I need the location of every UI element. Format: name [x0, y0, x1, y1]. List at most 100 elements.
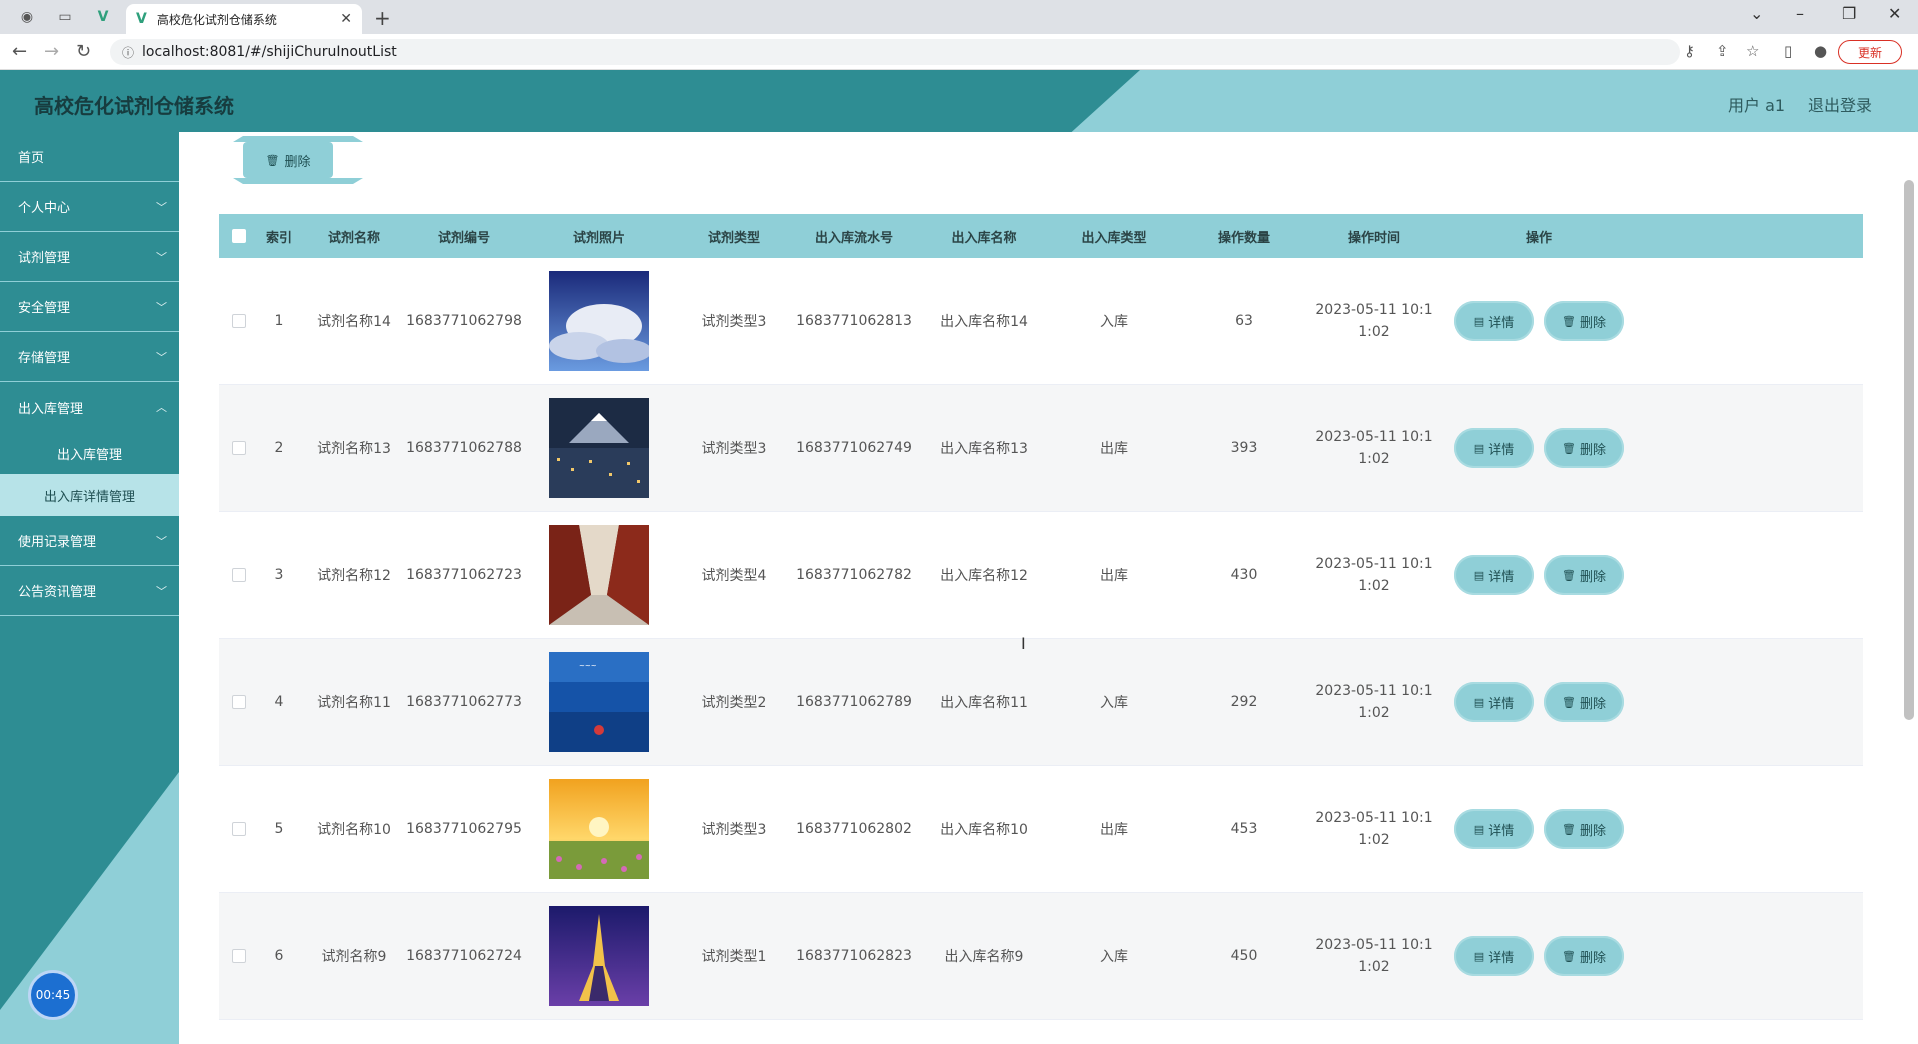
cell-code: 1683771062773 — [406, 694, 522, 710]
time-line-2: 1:02 — [1358, 832, 1390, 848]
sidebar-item-home[interactable]: 首页 — [0, 132, 179, 182]
detail-button[interactable]: ▤ 详情 — [1454, 428, 1534, 468]
delete-button[interactable]: 🗑 删除 — [1544, 301, 1624, 341]
url-text: localhost:8081/#/shijiChuruInoutList — [142, 44, 397, 60]
timer-badge[interactable]: 00:45 — [28, 970, 78, 1020]
row-select-cell — [219, 512, 259, 638]
row-select-cell — [219, 258, 259, 384]
sidebar-subitem-inout-detail[interactable]: 出入库详情管理 — [0, 474, 179, 516]
cell-time: 2023-05-11 10:1 1:02 — [1309, 385, 1439, 511]
vertical-scrollbar[interactable] — [1904, 180, 1914, 720]
cell-type: 试剂类型3 — [701, 441, 767, 457]
button-label: 删除 — [1579, 442, 1606, 458]
url-field[interactable]: ⓘ localhost:8081/#/shijiChuruInoutList — [110, 39, 1680, 65]
table-row[interactable]: 4 试剂名称11 1683771062773 试剂类型2 1683771062789 出入… — [219, 639, 1863, 766]
row-checkbox[interactable] — [232, 695, 246, 709]
back-icon[interactable]: ← — [12, 41, 27, 62]
cell-io_type: 入库 — [1100, 314, 1128, 330]
button-label: 删除 — [1579, 696, 1606, 712]
new-tab-button[interactable]: + — [374, 6, 391, 30]
share-icon[interactable]: ⇪ — [1716, 42, 1729, 60]
table-body: 1 试剂名称14 1683771062798 试剂类型3 1683771062813 出入… — [219, 258, 1863, 1020]
key-icon[interactable]: ⚷ — [1684, 42, 1695, 60]
detail-button[interactable]: ▤ 详情 — [1454, 682, 1534, 722]
select-all-checkbox[interactable] — [232, 229, 246, 243]
time-line-2: 1:02 — [1358, 959, 1390, 975]
document-icon: ▤ — [1473, 314, 1485, 328]
sidebar-item-storage[interactable]: 存储管理 ﹀ — [0, 332, 179, 382]
detail-button[interactable]: ▤ 详情 — [1454, 936, 1534, 976]
tab-search-icon[interactable]: ⌄ — [1750, 4, 1763, 23]
row-select-cell — [219, 385, 259, 511]
time-line-1: 2023-05-11 10:1 — [1315, 810, 1433, 826]
row-checkbox[interactable] — [232, 949, 246, 963]
detail-button[interactable]: ▤ 详情 — [1454, 809, 1534, 849]
logout-link[interactable]: 退出登录 — [1808, 92, 1872, 116]
row-checkbox[interactable] — [232, 314, 246, 328]
close-window-icon[interactable]: ✕ — [1888, 4, 1901, 23]
cell-qty: 292 — [1230, 694, 1258, 710]
document-icon: ▤ — [1473, 949, 1485, 963]
sidebar-item-usage-record[interactable]: 使用记录管理 ﹀ — [0, 516, 179, 566]
sidebar-item-label: 使用记录管理 — [18, 535, 97, 550]
cell-serial: 1683771062749 — [796, 440, 912, 456]
sidebar: 首页 个人中心 ﹀ 试剂管理 ﹀ 安全管理 ﹀ 存储管理 ﹀ 出入库管理 ︿ 出入库管理 … — [0, 132, 179, 1044]
sidebar-item-label: 安全管理 — [18, 301, 71, 316]
cell-actions: ▤ 详情 🗑 删除 — [1439, 258, 1639, 384]
sidebar-item-inout[interactable]: 出入库管理 ︿ — [0, 382, 179, 432]
tab-title: 高校危化试剂仓储系统 — [156, 12, 277, 27]
detail-button[interactable]: ▤ 详情 — [1454, 301, 1534, 341]
side-panel-icon[interactable]: ▯ — [1784, 42, 1792, 60]
cell-code: 1683771062724 — [406, 948, 522, 964]
pinned-tab-icon[interactable]: ▭ — [52, 6, 78, 28]
table-row[interactable]: 2 试剂名称13 1683771062788 试剂类型3 1683771062749 出入… — [219, 385, 1863, 512]
browser-app-icon[interactable]: ◉ — [14, 6, 40, 28]
restore-icon[interactable]: ❐ — [1842, 4, 1856, 23]
sidebar-item-label: 存储管理 — [18, 351, 71, 366]
document-icon: ▤ — [1473, 822, 1485, 836]
row-checkbox[interactable] — [232, 441, 246, 455]
sidebar-item-safety[interactable]: 安全管理 ﹀ — [0, 282, 179, 332]
cell-qty: 430 — [1230, 567, 1258, 583]
row-checkbox[interactable] — [232, 568, 246, 582]
cell-io_type: 出库 — [1100, 822, 1128, 838]
cell-io_type: 入库 — [1100, 695, 1128, 711]
vue-tab-icon[interactable]: V — [90, 6, 116, 28]
site-info-icon[interactable]: ⓘ — [122, 44, 134, 61]
sidebar-decoration — [0, 772, 179, 1044]
sidebar-subitem-inout-manage[interactable]: 出入库管理 — [0, 432, 179, 474]
cell-type: 试剂类型4 — [701, 568, 767, 584]
reload-icon[interactable]: ↻ — [76, 41, 91, 62]
forward-icon[interactable]: → — [44, 41, 59, 62]
delete-button[interactable]: 🗑 删除 — [1544, 682, 1624, 722]
vue-favicon-icon: V — [136, 11, 147, 27]
main-content: 🗑 删除 索引 试剂名称 试剂编号 试剂照片 试剂类型 出入库流水号 出入库名称… — [179, 132, 1918, 1044]
delete-button[interactable]: 🗑 删除 — [1544, 555, 1624, 595]
delete-button[interactable]: 🗑 删除 — [1544, 428, 1624, 468]
detail-button[interactable]: ▤ 详情 — [1454, 555, 1534, 595]
table-row[interactable]: 6 试剂名称9 1683771062724 试剂类型1 1683771062823 出入库… — [219, 893, 1863, 1020]
table-row[interactable]: 5 试剂名称10 1683771062795 试剂类型3 1683771062802 出入… — [219, 766, 1863, 893]
sidebar-item-personal-center[interactable]: 个人中心 ﹀ — [0, 182, 179, 232]
row-checkbox[interactable] — [232, 822, 246, 836]
time-line-1: 2023-05-11 10:1 — [1315, 302, 1433, 318]
active-tab[interactable]: V 高校危化试剂仓储系统 ✕ — [126, 4, 362, 34]
update-button[interactable]: 更新 — [1838, 40, 1902, 64]
minimize-icon[interactable]: – — [1796, 4, 1804, 23]
profile-icon[interactable]: ● — [1814, 42, 1827, 60]
sidebar-item-announcement[interactable]: 公告资讯管理 ﹀ — [0, 566, 179, 616]
delete-button[interactable]: 🗑 删除 — [1544, 936, 1624, 976]
delete-button[interactable]: 🗑 删除 — [1544, 809, 1624, 849]
table-row[interactable]: 3 试剂名称12 1683771062723 试剂类型4 1683771062782 出入… — [219, 512, 1863, 639]
chevron-down-icon: ﹀ — [156, 350, 167, 364]
cell-io_type: 入库 — [1100, 949, 1128, 965]
trash-icon: 🗑 — [1562, 568, 1576, 582]
table-row[interactable]: 1 试剂名称14 1683771062798 试剂类型3 1683771062813 出入… — [219, 258, 1863, 385]
current-user: 用户 a1 — [1728, 96, 1786, 115]
trash-icon: 🗑 — [1562, 441, 1576, 455]
close-tab-icon[interactable]: ✕ — [340, 11, 352, 27]
sidebar-item-reagent[interactable]: 试剂管理 ﹀ — [0, 232, 179, 282]
batch-delete-button[interactable]: 🗑 删除 — [233, 136, 363, 184]
row-select-cell — [219, 766, 259, 892]
bookmark-star-icon[interactable]: ☆ — [1746, 42, 1759, 60]
